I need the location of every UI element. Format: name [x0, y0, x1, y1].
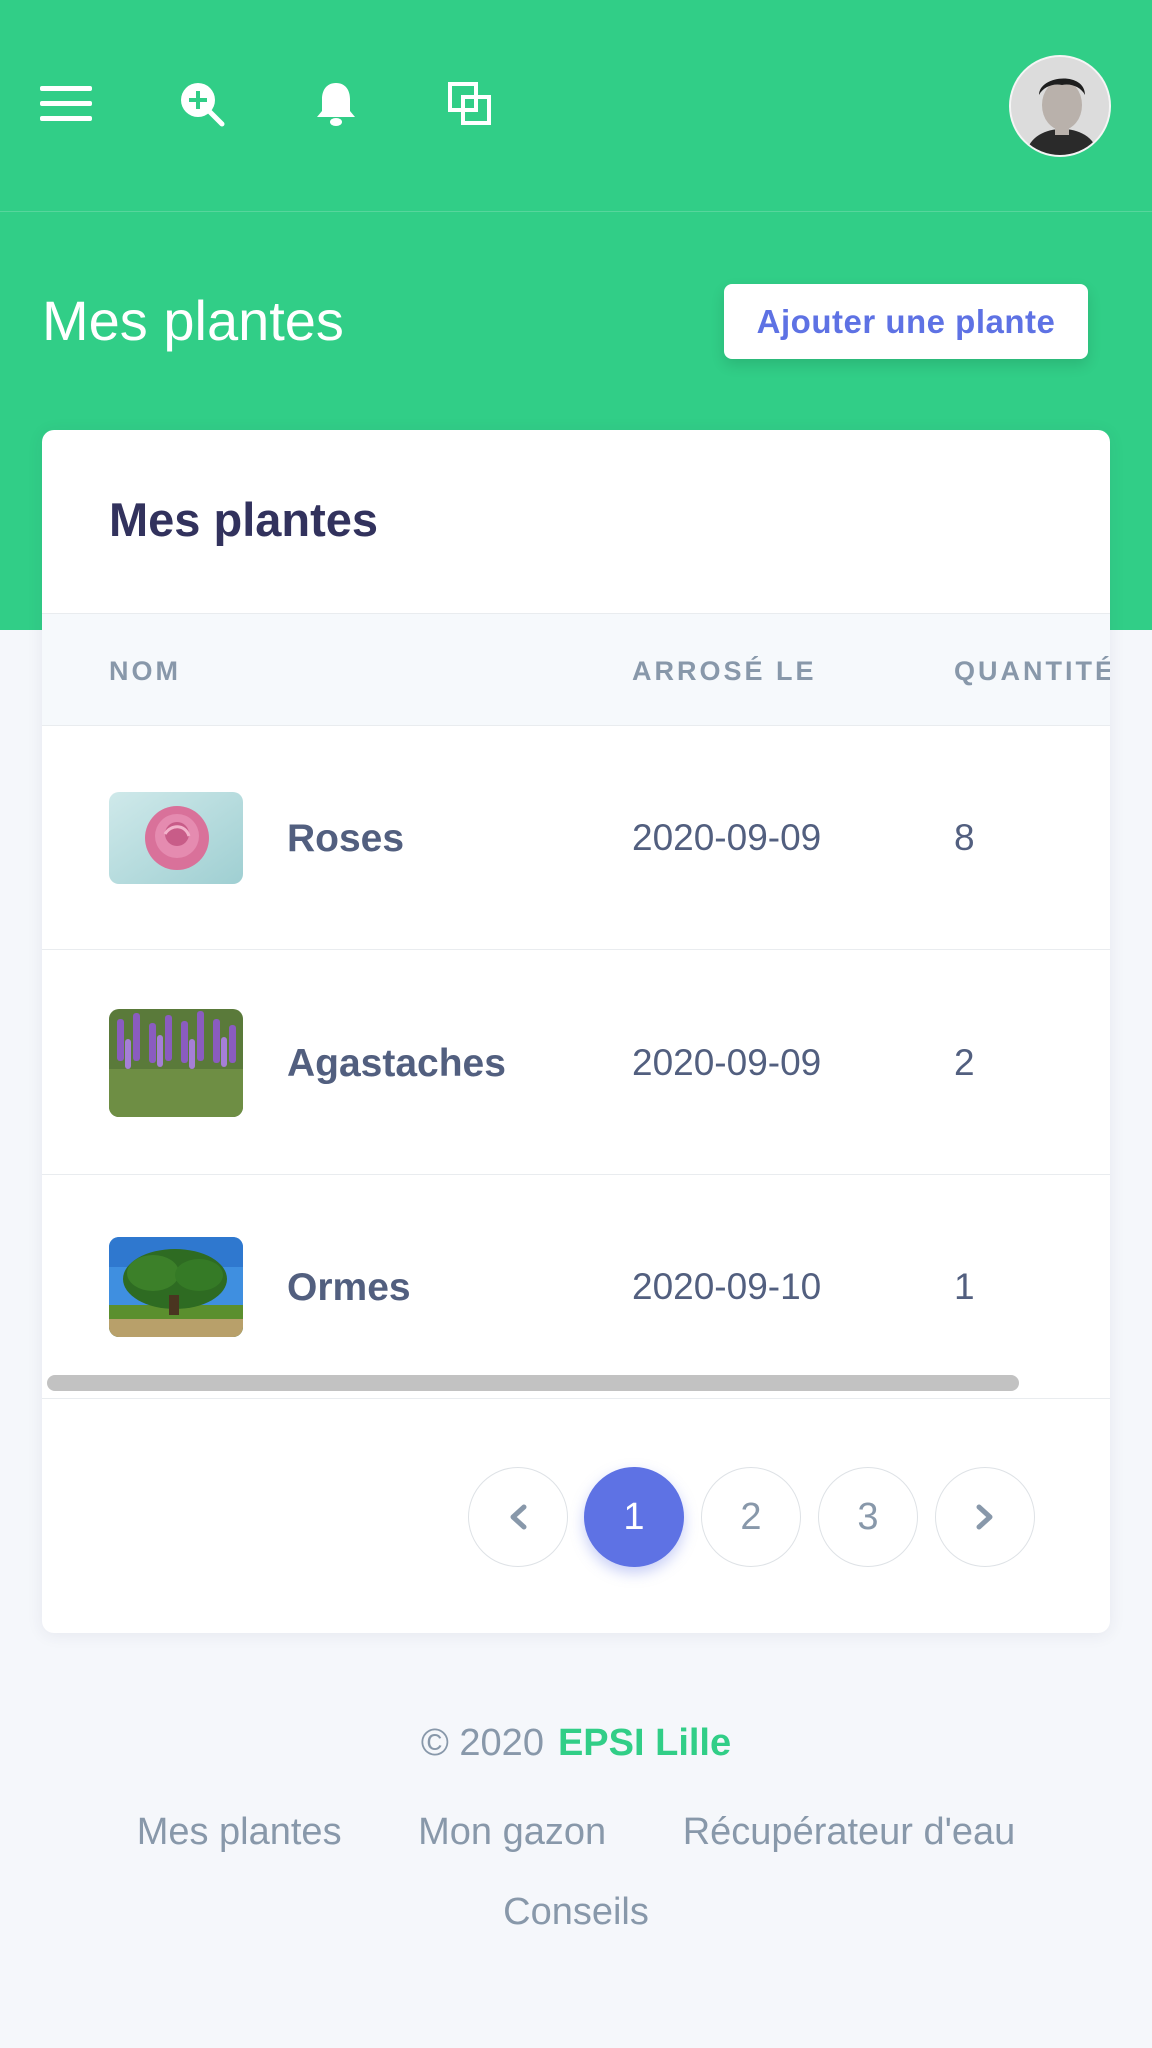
- column-header-watered: ARROSÉ LE: [632, 656, 817, 686]
- add-plant-button[interactable]: Ajouter une plante: [724, 284, 1088, 359]
- bell-icon[interactable]: [304, 72, 368, 136]
- purple-agastache-photo: [109, 1009, 243, 1117]
- footer-link-mon-gazon[interactable]: Mon gazon: [418, 1792, 606, 1872]
- plant-quantity: 2: [954, 1042, 975, 1083]
- elm-tree-photo: [109, 1237, 243, 1337]
- column-header-quantity: QUANTITÉ: [954, 656, 1110, 686]
- plant-name[interactable]: Ormes: [287, 1266, 411, 1310]
- plant-quantity: 1: [954, 1266, 975, 1307]
- hamburger-menu-icon[interactable]: [34, 72, 98, 136]
- page-title: Mes plantes: [42, 289, 344, 352]
- table-row[interactable]: Ormes 2020-09-10 1: [42, 1175, 1110, 1399]
- watered-date: 2020-09-10: [632, 1266, 822, 1307]
- plants-card: Mes plantes NOM ARROSÉ LE QUANTITÉ Roses…: [42, 430, 1110, 1633]
- horizontal-scrollbar[interactable]: [47, 1375, 1019, 1391]
- footer-link-conseils[interactable]: Conseils: [503, 1872, 649, 1952]
- footer-brand-link[interactable]: EPSI Lille: [558, 1722, 731, 1764]
- table-row[interactable]: Agastaches 2020-09-09 2: [42, 951, 1110, 1175]
- footer-copyright: © 2020 EPSI Lille: [0, 1722, 1152, 1765]
- copy-windows-icon[interactable]: [438, 72, 502, 136]
- plant-name[interactable]: Roses: [287, 817, 404, 861]
- user-avatar[interactable]: [1009, 55, 1111, 157]
- plant-quantity: 8: [954, 817, 975, 858]
- card-title: Mes plantes: [109, 493, 379, 546]
- footer-links: Mes plantes Mon gazon Récupérateur d'eau…: [0, 1792, 1152, 1952]
- column-header-name: NOM: [109, 656, 181, 686]
- table-header: NOM ARROSÉ LE QUANTITÉ: [42, 613, 1110, 726]
- watered-date: 2020-09-09: [632, 817, 822, 858]
- top-navbar: [0, 0, 1152, 212]
- plant-name[interactable]: Agastaches: [287, 1042, 506, 1086]
- watered-date: 2020-09-09: [632, 1042, 822, 1083]
- pink-rose-photo: [109, 792, 243, 884]
- footer-link-recuperateur[interactable]: Récupérateur d'eau: [683, 1792, 1016, 1872]
- chevron-right-icon[interactable]: [935, 1467, 1035, 1567]
- page-1-button[interactable]: 1: [584, 1467, 684, 1567]
- zoom-in-search-icon[interactable]: [170, 72, 234, 136]
- table-row[interactable]: Roses 2020-09-09 8: [42, 726, 1110, 950]
- chevron-left-icon[interactable]: [468, 1467, 568, 1567]
- page-2-button[interactable]: 2: [701, 1467, 801, 1567]
- copyright-text: © 2020: [420, 1722, 544, 1764]
- footer-link-mes-plantes[interactable]: Mes plantes: [137, 1792, 342, 1872]
- page-3-button[interactable]: 3: [818, 1467, 918, 1567]
